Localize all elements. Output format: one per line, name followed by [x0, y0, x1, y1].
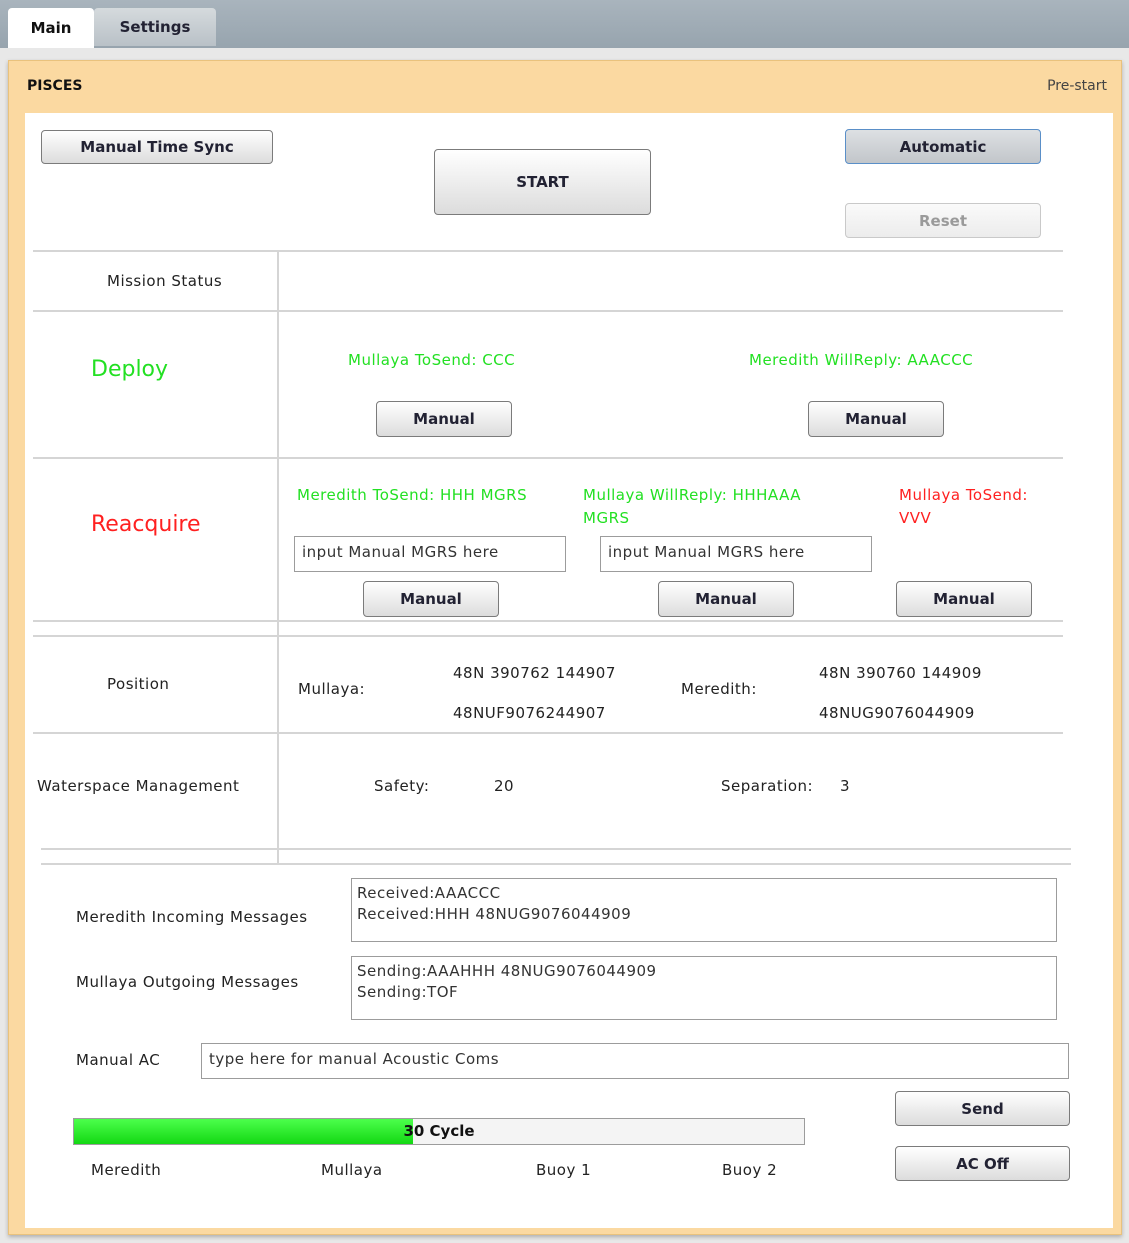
mgrs-input-meredith[interactable]: input Manual MGRS here: [294, 536, 566, 572]
reacquire-manual-button-3[interactable]: Manual: [896, 581, 1032, 617]
divider: [41, 848, 1071, 850]
node-label-meredith: Meredith: [91, 1161, 162, 1179]
ac-off-button[interactable]: AC Off: [895, 1146, 1070, 1181]
mullaya-utm: 48N 390762 144907: [453, 664, 616, 682]
safety-value: 20: [494, 777, 515, 795]
reacquire-tosend-text-2: VVV: [899, 509, 932, 527]
outgoing-messages-box[interactable]: Sending:AAAHHH 48NUG9076044909 Sending:T…: [351, 956, 1057, 1020]
divider: [33, 310, 1063, 312]
column-divider: [277, 250, 279, 864]
incoming-messages-label: Meredith Incoming Messages: [76, 908, 308, 926]
send-button[interactable]: Send: [895, 1091, 1070, 1126]
reacquire-tosend-text-1: Mullaya ToSend:: [899, 486, 1028, 504]
divider: [33, 635, 1063, 637]
divider: [33, 250, 1063, 252]
manual-time-sync-button[interactable]: Manual Time Sync: [41, 130, 273, 164]
mission-status-label: Mission Status: [107, 272, 223, 290]
position-label: Position: [107, 675, 170, 693]
reacquire-manual-button-2[interactable]: Manual: [658, 581, 794, 617]
tab-settings[interactable]: Settings: [94, 8, 216, 46]
divider: [41, 863, 1071, 865]
manual-ac-label: Manual AC: [76, 1051, 161, 1069]
meredith-utm: 48N 390760 144909: [819, 664, 982, 682]
outgoing-messages-label: Mullaya Outgoing Messages: [76, 973, 299, 991]
automatic-button[interactable]: Automatic: [845, 129, 1041, 164]
divider: [33, 732, 1063, 734]
reacquire-reply-text-2: MGRS: [583, 509, 630, 527]
divider: [33, 457, 1063, 459]
pisces-panel: PISCES Pre-start Manual Time Sync START …: [8, 60, 1122, 1235]
deploy-manual-button-left[interactable]: Manual: [376, 401, 512, 437]
safety-label: Safety:: [374, 777, 430, 795]
panel-content: Manual Time Sync START Automatic Reset M…: [25, 113, 1113, 1228]
mullaya-mgrs: 48NUF9076244907: [453, 704, 606, 722]
separation-value: 3: [840, 777, 851, 795]
panel-status: Pre-start: [1047, 78, 1107, 94]
reacquire-reply-text-1: Mullaya WillReply: HHHAAA: [583, 486, 802, 504]
outgoing-message: Sending:AAAHHH 48NUG9076044909: [357, 962, 657, 980]
panel-title: PISCES: [27, 78, 83, 94]
incoming-message: Received:HHH 48NUG9076044909: [357, 905, 632, 923]
mgrs-input-mullaya[interactable]: input Manual MGRS here: [600, 536, 872, 572]
reacquire-manual-button-1[interactable]: Manual: [363, 581, 499, 617]
deploy-reply-text: Meredith WillReply: AAACCC: [749, 351, 974, 369]
mullaya-position-label: Mullaya:: [298, 680, 366, 698]
node-label-buoy-2: Buoy 2: [722, 1161, 778, 1179]
deploy-manual-button-right[interactable]: Manual: [808, 401, 944, 437]
outgoing-message: Sending:TOF: [357, 983, 459, 1001]
deploy-label: Deploy: [91, 357, 169, 382]
deploy-send-text: Mullaya ToSend: CCC: [348, 351, 516, 369]
reacquire-send-text: Meredith ToSend: HHH MGRS: [297, 486, 528, 504]
separation-label: Separation:: [721, 777, 814, 795]
tab-bar: Main Settings: [0, 0, 1129, 48]
incoming-message: Received:AAACCC: [357, 884, 501, 902]
cycle-progress-label: 30 Cycle: [403, 1122, 475, 1140]
start-button[interactable]: START: [434, 149, 651, 215]
manual-ac-input[interactable]: type here for manual Acoustic Coms: [201, 1043, 1069, 1079]
tab-main[interactable]: Main: [8, 8, 94, 48]
cycle-progress-bar: 30 Cycle: [73, 1118, 805, 1145]
reset-button[interactable]: Reset: [845, 203, 1041, 238]
incoming-messages-box[interactable]: Received:AAACCC Received:HHH 48NUG907604…: [351, 878, 1057, 942]
meredith-position-label: Meredith:: [681, 680, 757, 698]
reacquire-label: Reacquire: [91, 512, 201, 537]
meredith-mgrs: 48NUG9076044909: [819, 704, 975, 722]
divider: [33, 620, 1063, 622]
node-label-buoy-1: Buoy 1: [536, 1161, 592, 1179]
node-label-mullaya: Mullaya: [321, 1161, 383, 1179]
waterspace-label: Waterspace Management: [37, 777, 240, 795]
